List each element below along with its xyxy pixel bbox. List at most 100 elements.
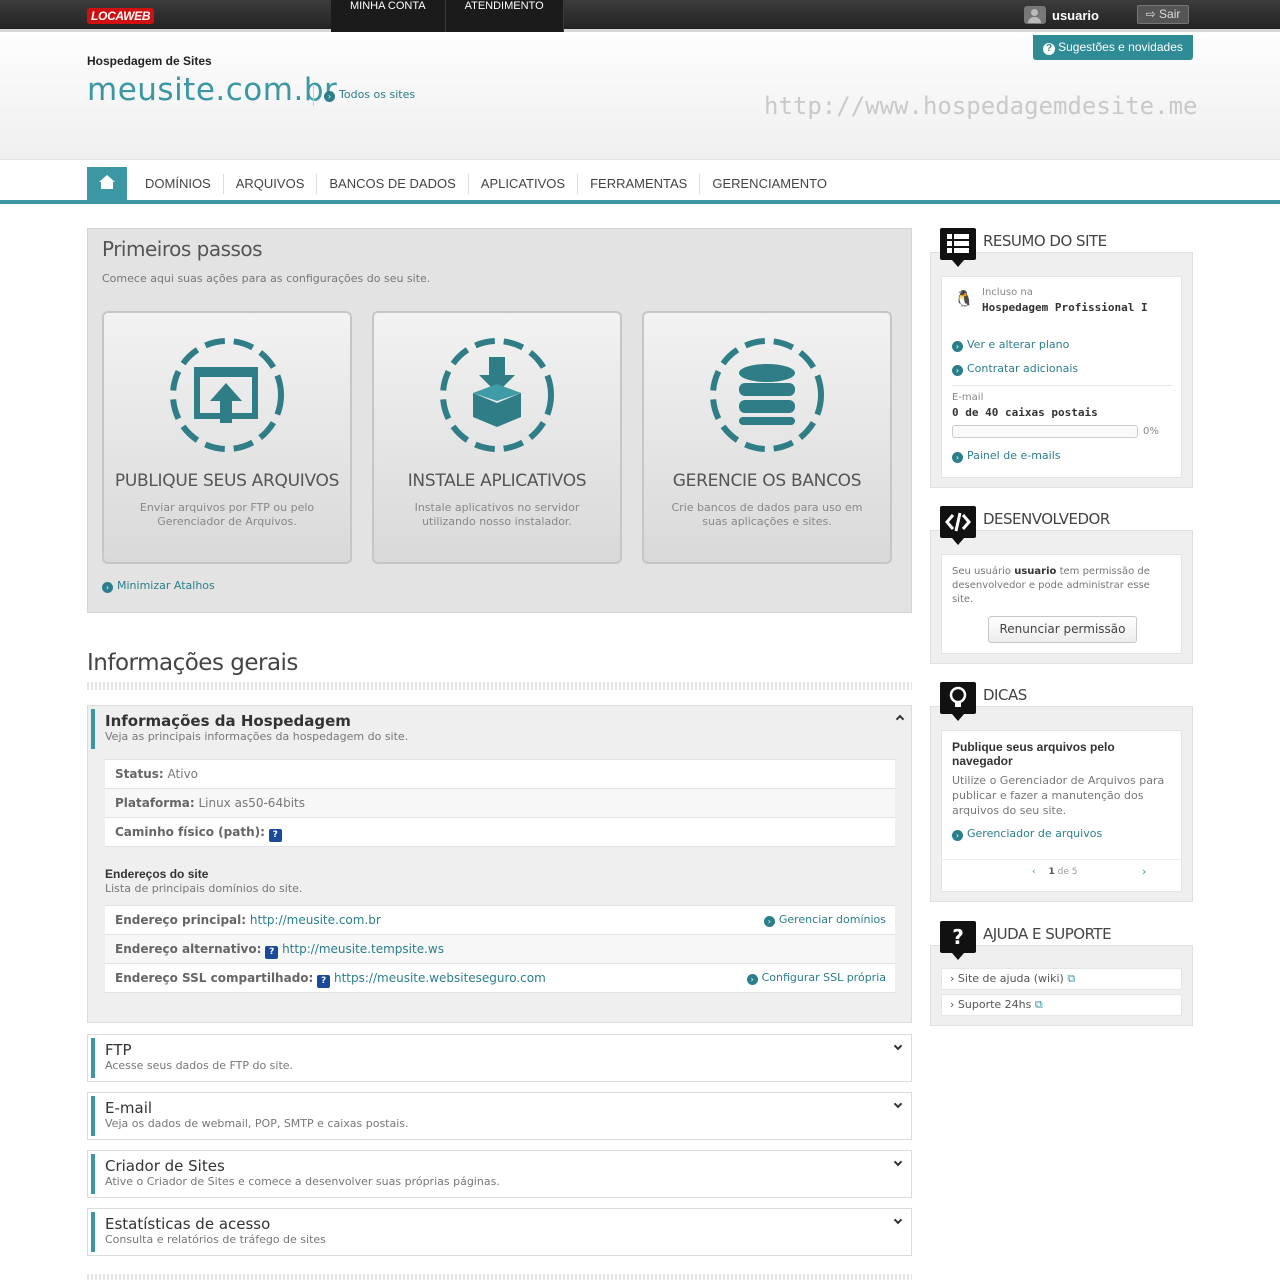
section-site-builder[interactable]: Criador de Sites Ative o Criador de Site… <box>87 1150 912 1198</box>
minimize-shortcuts-link[interactable]: › Minimizar Atalhos <box>102 579 215 593</box>
accent-bar <box>91 1212 95 1252</box>
divider <box>952 385 1172 386</box>
table-row: Status: Ativo <box>105 760 895 789</box>
first-steps-title: Primeiros passos <box>102 237 263 261</box>
card-title: GERENCIE OS BANCOS <box>672 471 862 491</box>
upload-icon <box>170 338 284 452</box>
email-panel-link[interactable]: › Painel de e-mails <box>952 449 1061 463</box>
developer-header: DESENVOLVEDOR <box>940 506 1110 545</box>
first-steps-panel: Primeiros passos Comece aqui suas ações … <box>87 228 912 613</box>
chevron-up-icon[interactable] <box>895 714 905 724</box>
row-label: Endereço principal: <box>115 913 247 927</box>
chevron-down-icon[interactable] <box>893 1099 903 1109</box>
site-summary-content: 🐧 Incluso na Hospedagem Profissional I ›… <box>941 276 1182 478</box>
question-icon: ? <box>940 921 976 960</box>
top-nav-minha-conta[interactable]: MINHA CONTA <box>331 0 446 32</box>
card-title: PUBLIQUE SEUS ARQUIVOS <box>114 471 340 491</box>
chevron-down-icon[interactable] <box>893 1041 903 1051</box>
card-desc: Enviar arquivos por FTP ou pelo Gerencia… <box>139 501 315 528</box>
code-icon <box>940 506 976 545</box>
tip-title: Publique seus arquivos pelo navegador <box>952 740 1115 768</box>
chevron-left-icon[interactable]: ‹ <box>1032 867 1036 877</box>
hosting-info-title[interactable]: Informações da Hospedagem <box>105 712 351 730</box>
alternative-address-link[interactable]: http://meusite.tempsite.ws <box>282 942 444 956</box>
row-label: Endereço alternativo: <box>115 942 262 956</box>
help-question-icon[interactable]: ? <box>265 946 279 959</box>
database-icon <box>710 338 824 452</box>
section-title: Estatísticas de acesso <box>105 1215 271 1233</box>
nav-aplicativos[interactable]: APLICATIVOS <box>469 174 579 194</box>
email-label: E-mail <box>952 392 984 403</box>
email-progress-bar <box>952 425 1138 438</box>
renounce-permission-button[interactable]: Renunciar permissão <box>988 616 1137 643</box>
help-question-icon[interactable]: ? <box>317 975 331 988</box>
section-email[interactable]: E-mail Veja os dados de webmail, POP, SM… <box>87 1092 912 1140</box>
user-menu[interactable]: usuario <box>1024 6 1099 24</box>
nav-dominios[interactable]: DOMÍNIOS <box>133 174 224 194</box>
configure-ssl-link[interactable]: › Configurar SSL própria <box>746 964 886 992</box>
help-header: ? AJUDA E SUPORTE <box>940 921 1112 960</box>
home-button[interactable] <box>87 167 127 204</box>
page-of: de <box>1057 867 1069 877</box>
accent-bar <box>91 1038 95 1078</box>
row-value: Linux as50-64bits <box>198 796 305 810</box>
top-nav-atendimento[interactable]: ATENDIMENTO <box>445 0 564 32</box>
developer-user: usuario <box>1014 566 1057 577</box>
help-question-icon[interactable]: ? <box>268 829 282 842</box>
logout-button[interactable]: ⇨ Sair <box>1137 5 1189 24</box>
help-item-label: Suporte 24hs <box>957 998 1032 1011</box>
logout-icon: ⇨ <box>1145 7 1156 21</box>
nav-ferramentas[interactable]: FERRAMENTAS <box>578 174 701 194</box>
developer-text-pre: Seu usuário <box>952 566 1012 577</box>
locaweb-logo[interactable]: LOCAWEB <box>87 8 155 24</box>
ssl-address-link[interactable]: https://meusite.websiteseguro.com <box>334 971 546 985</box>
watermark: http://www.hospedagemdesite.me <box>764 92 1198 120</box>
chevron-right-icon[interactable]: › <box>1142 865 1146 878</box>
section-ftp[interactable]: FTP Acesse seus dados de FTP do site. <box>87 1034 912 1082</box>
list-icon <box>940 228 976 267</box>
nav-gerenciamento[interactable]: GERENCIAMENTO <box>700 174 839 194</box>
row-value: Ativo <box>167 767 199 781</box>
chevron-circle-icon: › <box>952 452 963 463</box>
card-manage-databases[interactable]: GERENCIE OS BANCOS Crie bancos de dados … <box>642 311 892 564</box>
username: usuario <box>1052 7 1099 23</box>
hosting-info-section: Informações da Hospedagem Veja as princi… <box>87 705 912 1023</box>
card-install-apps[interactable]: INSTALE APLICATIVOS Instale aplicativos … <box>372 311 622 564</box>
chevron-circle-icon: › <box>102 582 113 593</box>
nav-bancos-de-dados[interactable]: BANCOS DE DADOS <box>317 174 469 194</box>
table-row: Endereço alternativo: ? http://meusite.t… <box>105 935 895 964</box>
hosting-info-subtitle: Veja as principais informações da hosped… <box>105 730 409 743</box>
developer-panel: Seu usuário usuario tem permissão de des… <box>930 530 1193 664</box>
chevron-circle-icon: › <box>952 365 963 376</box>
chevron-circle-icon: › <box>952 341 963 352</box>
help-support-link[interactable]: › Suporte 24hs ⧉ <box>941 994 1182 1016</box>
card-publish-files[interactable]: PUBLIQUE SEUS ARQUIVOS Enviar arquivos p… <box>102 311 352 564</box>
section-desc: Acesse seus dados de FTP do site. <box>105 1059 294 1072</box>
package-icon <box>440 338 554 452</box>
contract-addons-link[interactable]: › Contratar adicionais <box>952 362 1078 376</box>
row-label: Status: <box>115 767 164 781</box>
section-desc: Veja os dados de webmail, POP, SMTP e ca… <box>105 1117 409 1130</box>
chevron-down-icon[interactable] <box>893 1215 903 1225</box>
chevron-circle-icon: › <box>952 830 963 841</box>
linux-penguin-icon: 🐧 <box>954 289 974 308</box>
manage-domains-link[interactable]: › Gerenciar domínios <box>763 906 886 934</box>
tips-panel: Publique seus arquivos pelo navegador Ut… <box>930 706 1193 902</box>
nav-arquivos[interactable]: ARQUIVOS <box>224 174 318 194</box>
top-nav: MINHA CONTA ATENDIMENTO <box>331 0 564 32</box>
developer-content: Seu usuário usuario tem permissão de des… <box>941 554 1182 654</box>
suggestions-button[interactable]: ? Sugestões e novidades <box>1033 35 1193 60</box>
change-plan-link[interactable]: › Ver e alterar plano <box>952 338 1069 352</box>
first-steps-subtitle: Comece aqui suas ações para as configura… <box>102 272 431 285</box>
list-icon-glyph <box>947 234 969 253</box>
file-manager-link[interactable]: › Gerenciador de arquivos <box>952 827 1102 841</box>
help-wiki-link[interactable]: › Site de ajuda (wiki) ⧉ <box>941 968 1182 990</box>
external-link-icon: ⧉ <box>1067 972 1076 985</box>
section-statistics[interactable]: Estatísticas de acesso Consulta e relató… <box>87 1208 912 1256</box>
chevron-down-icon[interactable] <box>893 1157 903 1167</box>
addresses-table: Endereço principal: http://meusite.com.b… <box>105 905 895 993</box>
primary-address-link[interactable]: http://meusite.com.br <box>250 913 381 927</box>
lightbulb-icon <box>940 682 976 721</box>
all-sites-link[interactable]: › Todos os sites <box>313 84 415 106</box>
accent-bar <box>91 1154 95 1194</box>
